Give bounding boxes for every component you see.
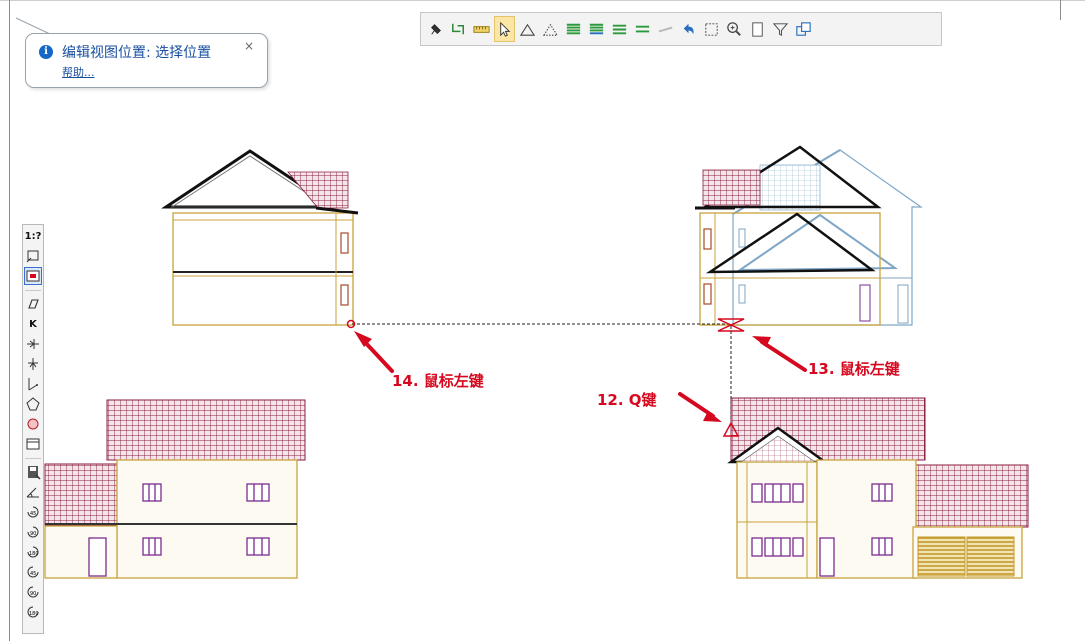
zoom-in-button[interactable]: [724, 16, 745, 42]
rotate-label: 90: [30, 531, 36, 537]
toolbox-separator: [25, 290, 41, 291]
rotate-label: 180: [29, 551, 39, 557]
redraw-icon: [452, 23, 465, 34]
cross-up-button[interactable]: [24, 355, 42, 373]
pointer-button[interactable]: [494, 16, 515, 42]
ruler-button[interactable]: [471, 16, 492, 42]
popup-close-button[interactable]: ×: [244, 39, 254, 53]
rotate-180-cw-button[interactable]: 180: [24, 603, 42, 621]
parallelogram-icon: [28, 299, 39, 309]
popup-title: 编辑视图位置: 选择位置: [62, 45, 212, 61]
rotate-45-ccw-button[interactable]: 45: [24, 503, 42, 521]
undo-arrow-icon: [683, 23, 694, 34]
rotate-label: 45: [30, 511, 36, 517]
parallelogram-button[interactable]: [24, 295, 42, 313]
window-restore-button[interactable]: [793, 16, 814, 42]
rotate-label: 90: [30, 591, 36, 597]
zoom-extents-button[interactable]: [701, 16, 722, 42]
redraw-button[interactable]: [448, 16, 469, 42]
rotate-90-cw-button[interactable]: 90: [24, 583, 42, 601]
triangle-icon: [519, 23, 536, 36]
rotate-180-ccw-button[interactable]: 180: [24, 543, 42, 561]
frame-select-icon: [26, 250, 39, 263]
toolbox-separator: [25, 458, 41, 459]
cross-left-button[interactable]: [24, 335, 42, 353]
left-toolbox: 1:? K 45 90 180 45 90 180: [22, 224, 44, 634]
rotate-90-cw-icon: 90: [27, 586, 39, 598]
pointer-icon: [500, 21, 511, 37]
save-view-button[interactable]: [24, 463, 42, 481]
k-tool-label: K: [29, 318, 37, 330]
view-position-button[interactable]: [24, 267, 42, 285]
flat-layer-icon: [658, 26, 673, 32]
section-view-top-left[interactable]: [161, 149, 359, 326]
elevation-bottom-right[interactable]: [727, 397, 1029, 579]
frame-select-button[interactable]: [24, 247, 42, 265]
rotate-label: 45: [30, 571, 36, 577]
rotate-90-ccw-icon: 90: [27, 526, 39, 538]
drawing-canvas[interactable]: [0, 0, 1085, 641]
page-icon: [752, 21, 763, 37]
annotation-label-step-14: 14. 鼠标左键: [392, 372, 484, 390]
cross-up-icon: [28, 358, 38, 370]
k-tool-button[interactable]: K: [24, 315, 42, 333]
layer-stack-3-icon: [612, 24, 627, 34]
info-popup: i 编辑视图位置: 选择位置 帮助... ×: [25, 33, 268, 88]
section-view-top-right-ghost[interactable]: [695, 145, 923, 326]
angle-measure-icon: [26, 487, 39, 498]
annotation-label-step-13: 13. 鼠标左键: [808, 360, 900, 378]
rotate-45-ccw-icon: 45: [27, 506, 39, 518]
view-position-icon: [26, 270, 40, 282]
rotate-45-cw-icon: 45: [27, 566, 39, 578]
dotted-triangle-button[interactable]: [540, 16, 561, 42]
fill-polygon-button[interactable]: [24, 415, 42, 433]
undo-button[interactable]: [678, 16, 699, 42]
rotate-label: 180: [29, 611, 39, 617]
triangle-button[interactable]: [517, 16, 538, 42]
save-view-icon: [28, 466, 41, 480]
angle-line-icon: [28, 378, 38, 391]
zoom-extents-icon: [705, 22, 718, 36]
window-restore-icon: [796, 21, 811, 36]
rotate-45-cw-button[interactable]: 45: [24, 563, 42, 581]
layer-stack-4-button[interactable]: [632, 16, 653, 42]
layer-stack-4-icon: [635, 25, 650, 32]
layer-stack-blue-icon: [589, 23, 604, 34]
rotate-180-cw-icon: 180: [27, 606, 39, 618]
polygon-button[interactable]: [24, 395, 42, 413]
layer-stack-3-button[interactable]: [609, 16, 630, 42]
layer-stack-green-icon: [566, 23, 581, 34]
scale-label: 1:?: [24, 230, 42, 242]
cross-left-icon: [27, 339, 39, 349]
rotate-90-ccw-button[interactable]: 90: [24, 523, 42, 541]
pin-icon: [431, 23, 441, 35]
flat-layer-button[interactable]: [655, 16, 676, 42]
elevation-bottom-left[interactable]: [44, 399, 306, 579]
top-toolbar: [420, 12, 942, 46]
popup-help-link[interactable]: 帮助...: [62, 64, 95, 80]
fill-polygon-icon: [27, 418, 39, 430]
info-icon: i: [39, 45, 53, 59]
dotted-triangle-icon: [542, 23, 559, 36]
zoom-in-icon: [727, 21, 741, 36]
angle-measure-button[interactable]: [24, 483, 42, 501]
filter-icon: [772, 22, 789, 36]
pin-button[interactable]: [425, 16, 446, 42]
angle-line-button[interactable]: [24, 375, 42, 393]
polygon-icon: [26, 397, 40, 411]
ruler-icon: [473, 25, 490, 33]
layer-stack-blue-button[interactable]: [586, 16, 607, 42]
layer-stack-green-button[interactable]: [563, 16, 584, 42]
filter-button[interactable]: [770, 16, 791, 42]
annotation-label-step-12: 12. Q键: [597, 391, 657, 409]
window-tool-icon: [26, 438, 40, 450]
rotate-180-ccw-icon: 180: [27, 546, 39, 558]
window-tool-button[interactable]: [24, 435, 42, 453]
page-button[interactable]: [747, 16, 768, 42]
scale-button[interactable]: 1:?: [24, 227, 42, 245]
